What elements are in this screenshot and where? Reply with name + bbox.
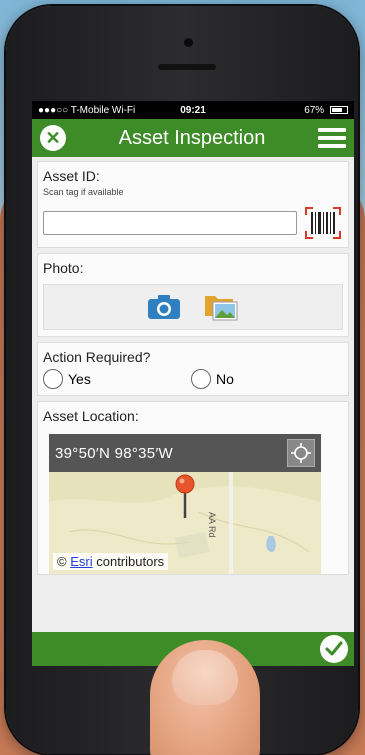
road-label: AA Rd <box>207 512 217 538</box>
menu-button[interactable] <box>318 128 346 148</box>
gps-locate-icon <box>291 443 311 463</box>
earpiece <box>158 64 216 70</box>
map-view[interactable]: AA Rd © Esri contributors <box>49 472 321 574</box>
battery-icon <box>329 105 348 114</box>
action-required-label: Action Required? <box>43 349 151 365</box>
photo-picker <box>43 284 343 330</box>
location-pin-icon <box>175 474 195 518</box>
asset-id-label: Asset ID: <box>43 168 100 184</box>
map-attribution: © Esri contributors <box>53 553 169 570</box>
esri-link[interactable]: Esri <box>70 554 92 569</box>
location-map[interactable]: 39°50′N 98°35′W AA Rd © Esri contributor… <box>49 434 321 574</box>
radio-option-yes[interactable]: Yes <box>43 369 191 389</box>
page-title: Asset Inspection <box>118 126 266 149</box>
close-button[interactable]: ✕ <box>40 125 66 151</box>
thumb-nail <box>172 650 238 705</box>
phone-device: ●●●○○ T-Mobile Wi-Fi 09:21 67% ✕ Asset I… <box>6 6 358 754</box>
folder-image-icon[interactable] <box>203 292 239 322</box>
close-icon: ✕ <box>45 127 61 148</box>
front-camera <box>184 38 193 47</box>
action-required-section: Action Required? Yes No <box>37 342 349 396</box>
radio-yes[interactable] <box>43 369 63 389</box>
asset-id-input[interactable] <box>43 211 297 235</box>
checkmark-icon <box>325 641 343 656</box>
attribution-text: contributors <box>96 554 165 569</box>
phone-screen: ●●●○○ T-Mobile Wi-Fi 09:21 67% ✕ Asset I… <box>32 101 354 666</box>
asset-location-label: Asset Location: <box>43 408 139 424</box>
battery-status: 67% <box>245 105 348 116</box>
carrier-label: ●●●○○ T-Mobile Wi-Fi <box>38 104 136 116</box>
status-bar: ●●●○○ T-Mobile Wi-Fi 09:21 67% <box>32 101 354 119</box>
photo-section: Photo: <box>37 253 349 337</box>
coordinate-bar: 39°50′N 98°35′W <box>49 434 321 472</box>
photo-label: Photo: <box>43 260 84 276</box>
copyright-symbol: © <box>57 554 67 569</box>
radio-no-label: No <box>216 371 234 387</box>
action-required-radio-group: Yes No <box>43 369 343 389</box>
radio-option-no[interactable]: No <box>191 369 339 389</box>
clock: 09:21 <box>180 104 206 116</box>
barcode-scan-icon <box>311 212 335 234</box>
asset-location-section: Asset Location: 39°50′N 98°35′W AA Rd © … <box>37 401 349 575</box>
submit-button[interactable] <box>320 635 348 663</box>
coordinates-readout: 39°50′N 98°35′W <box>55 444 174 462</box>
asset-id-hint: Scan tag if available <box>43 187 124 197</box>
camera-icon[interactable] <box>147 294 181 320</box>
barcode-scan-button[interactable] <box>303 205 343 241</box>
app-header: ✕ Asset Inspection <box>32 119 354 157</box>
hamburger-menu-icon <box>318 128 346 132</box>
radio-no[interactable] <box>191 369 211 389</box>
battery-percent: 67% <box>304 104 325 116</box>
asset-id-section: Asset ID: Scan tag if available <box>37 161 349 248</box>
thumb <box>150 640 260 755</box>
radio-yes-label: Yes <box>68 371 91 387</box>
locate-button[interactable] <box>287 439 315 467</box>
inspection-form: Asset ID: Scan tag if available Photo: A… <box>32 157 354 584</box>
